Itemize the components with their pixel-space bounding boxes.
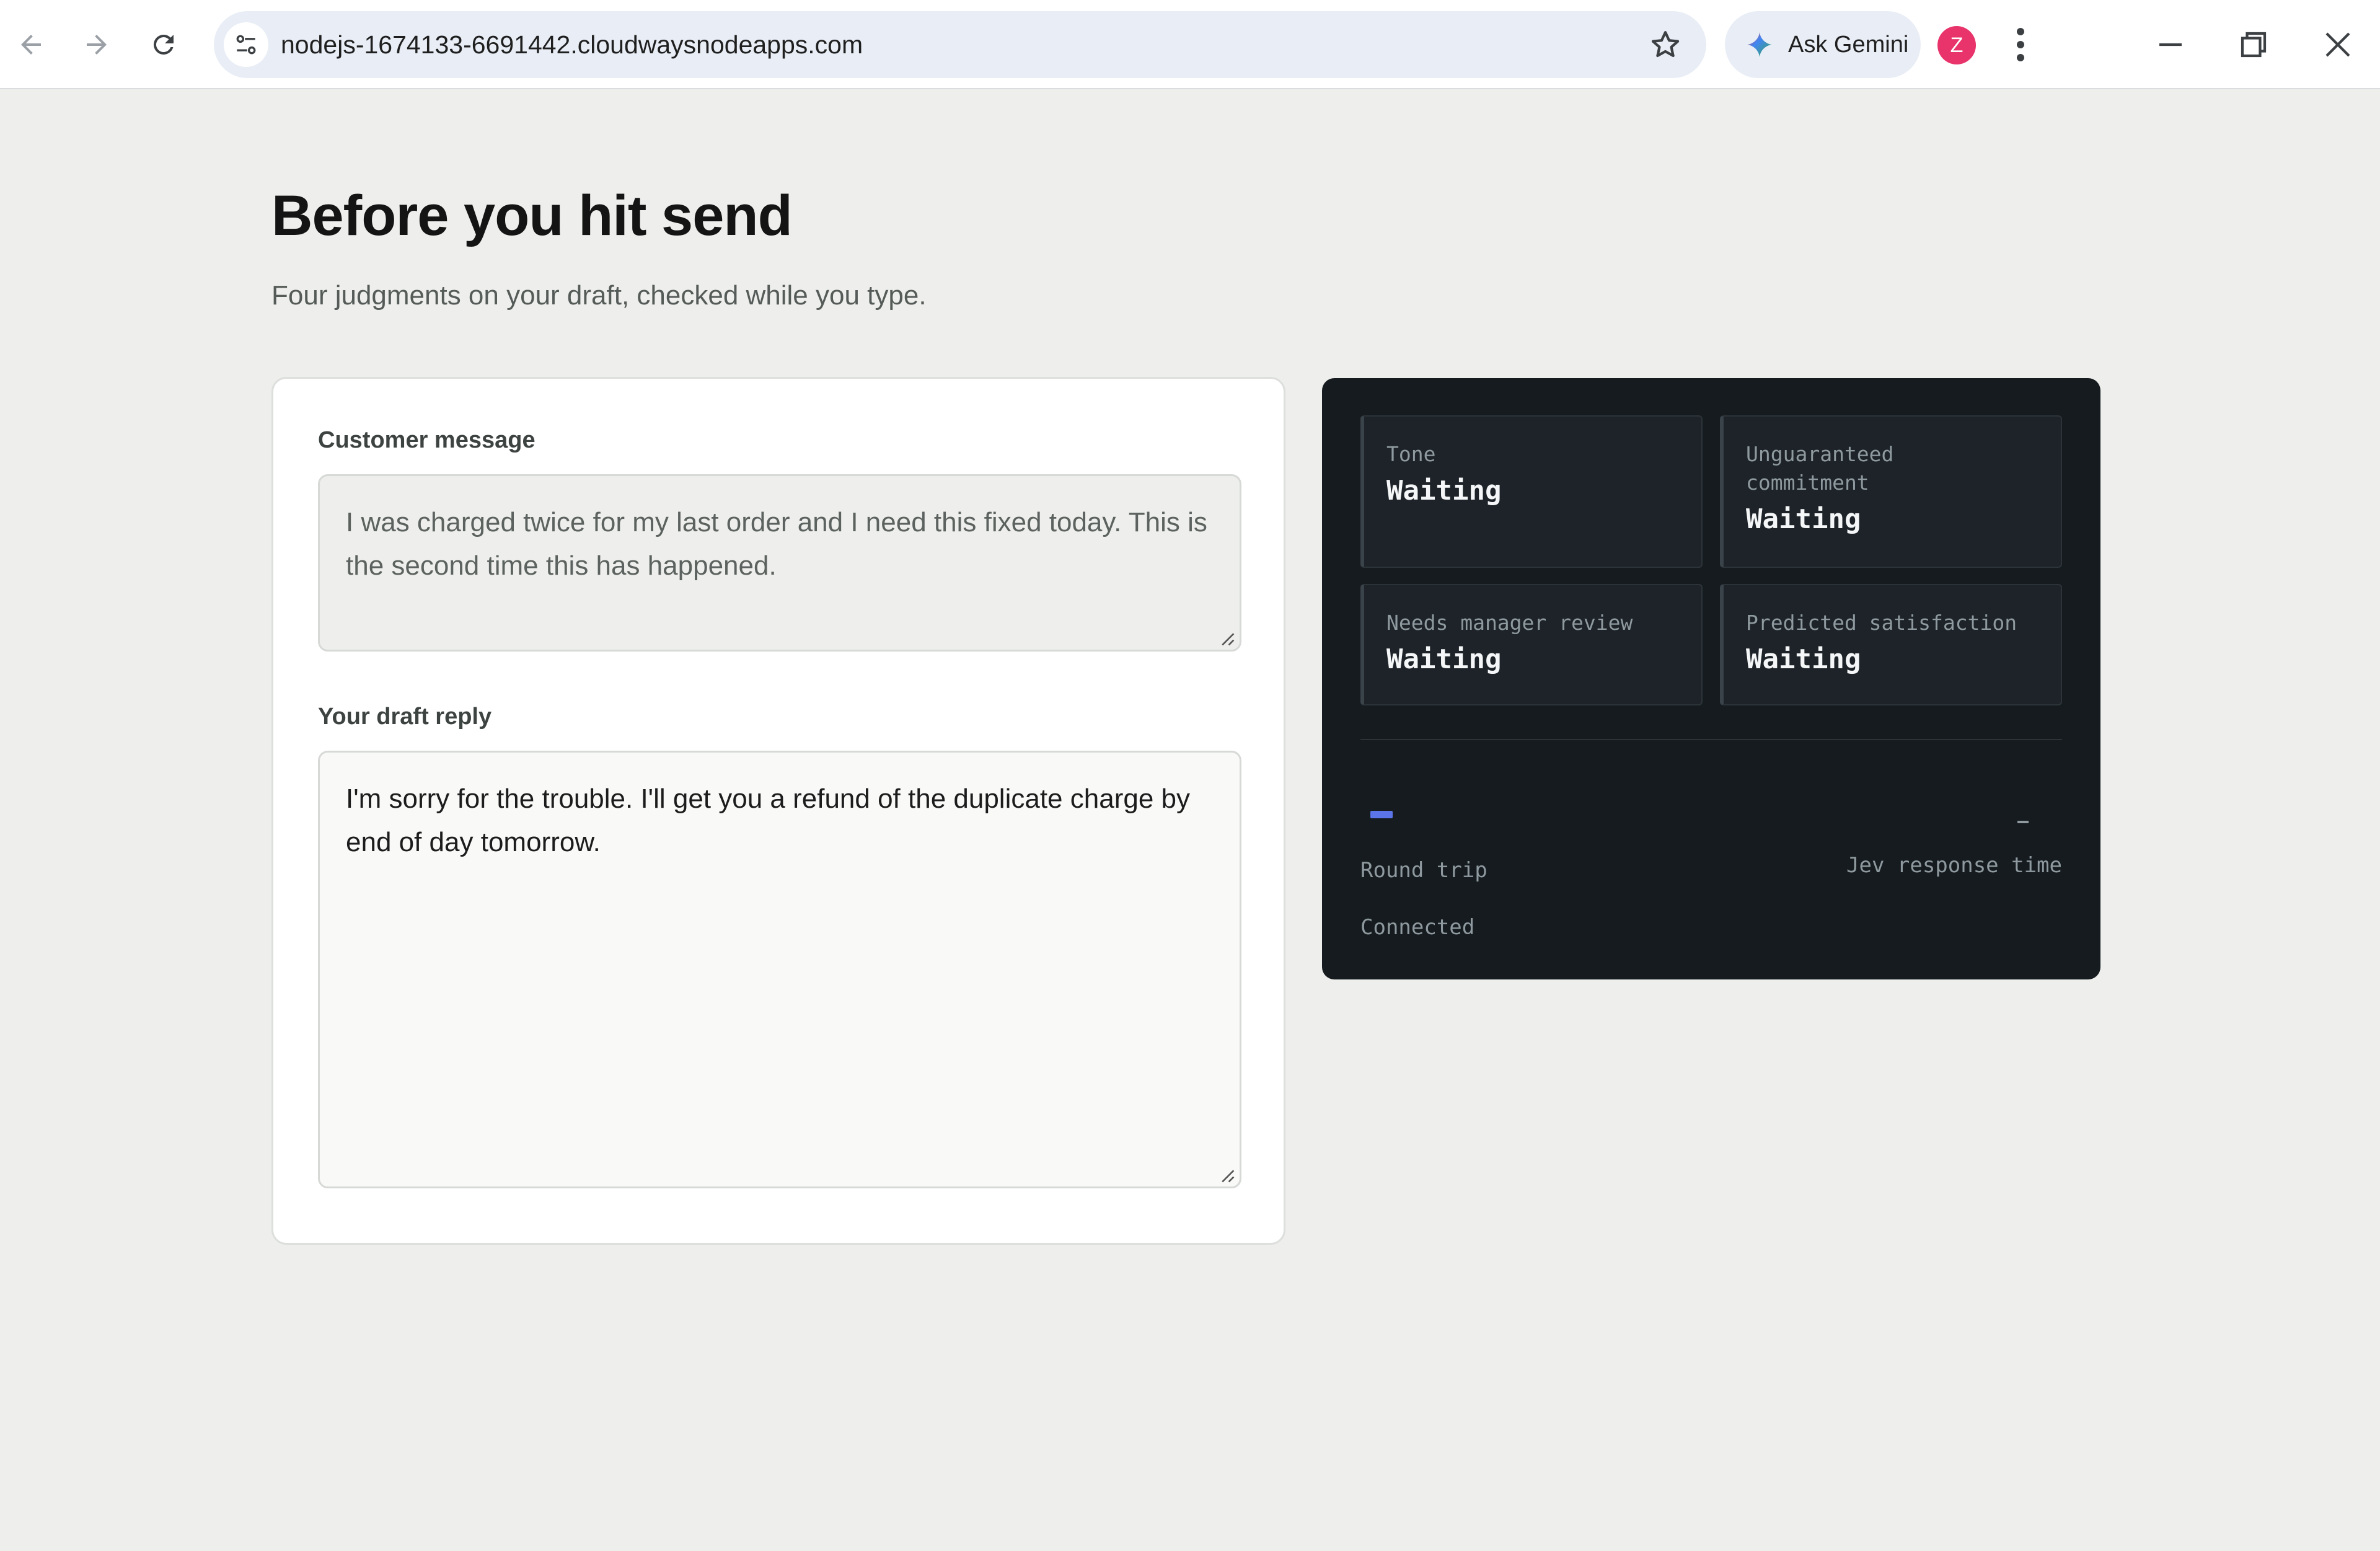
judgment-label: Unguaranteed commitment <box>1746 442 1894 495</box>
response-time-indicator <box>2017 821 2029 823</box>
profile-avatar[interactable]: Z <box>1937 26 1976 64</box>
customer-message-field[interactable]: I was charged twice for my last order an… <box>318 474 1241 652</box>
resize-grip-icon[interactable] <box>1219 1167 1235 1183</box>
site-info-button[interactable] <box>224 22 268 67</box>
customer-message-label: Customer message <box>318 427 536 453</box>
judgment-label: Tone <box>1386 442 1436 466</box>
response-time-label: Jev response time <box>1846 853 2062 878</box>
browser-toolbar: nodejs-1674133-6691442.cloudwaysnodeapps… <box>0 0 2380 89</box>
round-trip-label: Round trip <box>1360 858 1488 883</box>
judgment-tile-manager-review: Needs manager review Waiting <box>1360 584 1703 705</box>
back-button[interactable] <box>9 22 53 67</box>
bookmark-star-icon[interactable] <box>1648 27 1683 62</box>
url-text[interactable]: nodejs-1674133-6691442.cloudwaysnodeapps… <box>281 11 863 78</box>
close-icon[interactable] <box>2316 22 2360 67</box>
judgment-value: Waiting <box>1386 475 1502 506</box>
ask-gemini-button[interactable]: Ask Gemini <box>1725 11 1921 78</box>
arrow-left-icon <box>21 35 41 55</box>
draft-reply-label: Your draft reply <box>318 704 492 730</box>
tune-icon <box>236 35 256 55</box>
reload-icon <box>153 34 174 55</box>
ask-gemini-label: Ask Gemini <box>1788 31 1909 58</box>
connection-status: Connected <box>1360 915 1475 940</box>
reload-button[interactable] <box>141 22 186 67</box>
judgment-tile-unguaranteed-commitment: Unguaranteed commitment Waiting <box>1720 415 2062 568</box>
judgment-value: Waiting <box>1386 643 1502 675</box>
message-card: Customer message I was charged twice for… <box>271 377 1285 1245</box>
judgment-tile-tone: Tone Waiting <box>1360 415 1703 568</box>
page-title: Before you hit send <box>271 184 793 247</box>
arrow-right-icon <box>87 35 107 55</box>
forward-button[interactable] <box>74 22 119 67</box>
panel-divider <box>1360 739 2062 740</box>
resize-grip-icon[interactable] <box>1219 630 1235 647</box>
judgment-tile-predicted-satisfaction: Predicted satisfaction Waiting <box>1720 584 2062 705</box>
judgment-value: Waiting <box>1746 503 1861 535</box>
judgment-value: Waiting <box>1746 643 1861 675</box>
judgments-panel: Tone Waiting Unguaranteed commitment Wai… <box>1322 378 2100 979</box>
page-subtitle: Four judgments on your draft, checked wh… <box>271 280 927 311</box>
gemini-sparkle-icon <box>1747 32 1772 57</box>
judgment-label: Needs manager review <box>1386 611 1633 635</box>
draft-reply-field[interactable]: I'm sorry for the trouble. I'll get you … <box>318 751 1241 1188</box>
address-bar[interactable]: nodejs-1674133-6691442.cloudwaysnodeapps… <box>214 11 1706 78</box>
round-trip-indicator <box>1370 811 1393 818</box>
minimize-icon[interactable] <box>2148 22 2193 67</box>
more-menu-icon[interactable] <box>2006 22 2035 67</box>
judgment-label: Predicted satisfaction <box>1746 611 2017 635</box>
restore-icon[interactable] <box>2231 22 2276 67</box>
